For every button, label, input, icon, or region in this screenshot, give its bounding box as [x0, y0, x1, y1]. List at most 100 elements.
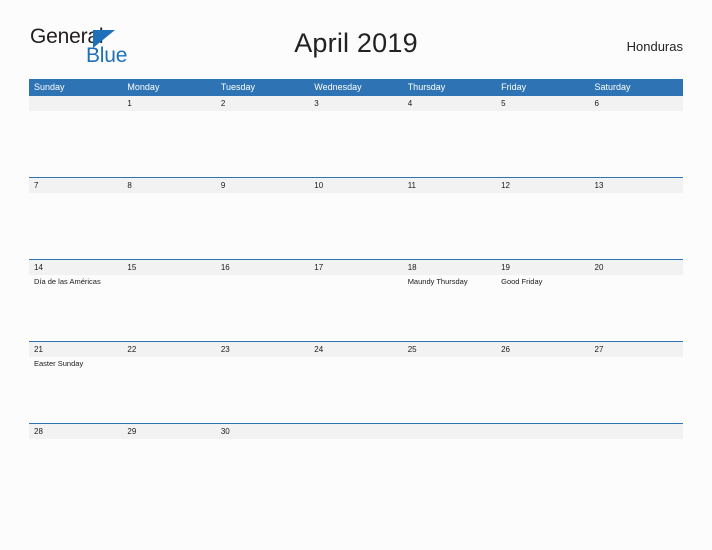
weekday-header-friday: Friday [501, 82, 527, 92]
day-number[interactable]: 25 [403, 342, 496, 357]
day-number[interactable]: 28 [29, 424, 122, 439]
calendar-week-row: 21 22 23 24 25 26 27 Easter Sunday [29, 341, 683, 423]
day-number[interactable]: 17 [309, 260, 402, 275]
day-cell [29, 111, 122, 177]
day-cell [309, 357, 402, 423]
day-cell [29, 193, 122, 259]
day-number[interactable] [309, 424, 402, 439]
day-number[interactable]: 3 [309, 96, 402, 111]
week-date-band: 28 29 30 [29, 424, 683, 439]
calendar-week-row: 28 29 30 [29, 423, 683, 439]
day-cell [309, 275, 402, 341]
week-event-band: Easter Sunday [29, 357, 683, 423]
weekday-header-sunday: Sunday [34, 82, 65, 92]
holiday-label: Good Friday [501, 277, 543, 286]
weekday-header-thursday: Thursday [407, 82, 446, 92]
day-number[interactable]: 22 [122, 342, 215, 357]
day-cell [590, 275, 683, 341]
week-date-band: 21 22 23 24 25 26 27 [29, 342, 683, 357]
day-number[interactable]: 14 [29, 260, 122, 275]
day-number[interactable]: 23 [216, 342, 309, 357]
calendar-grid: Sunday Monday Tuesday Wednesday Thursday… [29, 79, 683, 439]
day-cell [122, 193, 215, 259]
day-cell [122, 439, 215, 441]
day-cell [216, 193, 309, 259]
day-cell [403, 193, 496, 259]
weekday-header-monday: Monday [127, 82, 160, 92]
day-number[interactable] [29, 96, 122, 111]
holiday-label: Maundy Thursday [407, 277, 468, 286]
day-number[interactable]: 26 [496, 342, 589, 357]
day-cell [403, 111, 496, 177]
day-number[interactable]: 20 [590, 260, 683, 275]
day-cell [496, 357, 589, 423]
day-cell [309, 111, 402, 177]
day-cell [590, 439, 683, 441]
day-number[interactable]: 24 [309, 342, 402, 357]
day-number[interactable]: 5 [496, 96, 589, 111]
calendar-week-row: 1 2 3 4 5 6 [29, 96, 683, 177]
day-cell [309, 439, 402, 441]
day-cell [496, 193, 589, 259]
week-date-band: 7 8 9 10 11 12 13 [29, 178, 683, 193]
day-number[interactable]: 27 [590, 342, 683, 357]
day-number[interactable] [590, 424, 683, 439]
day-cell [309, 193, 402, 259]
day-number[interactable] [403, 424, 496, 439]
day-number[interactable]: 16 [216, 260, 309, 275]
day-cell [590, 111, 683, 177]
day-cell [122, 357, 215, 423]
day-number[interactable]: 10 [309, 178, 402, 193]
day-number[interactable]: 19 [496, 260, 589, 275]
day-number[interactable]: 1 [122, 96, 215, 111]
day-cell [496, 111, 589, 177]
day-cell: Día de las Américas [29, 275, 122, 341]
day-number[interactable]: 12 [496, 178, 589, 193]
day-number[interactable]: 13 [590, 178, 683, 193]
day-cell: Good Friday [496, 275, 589, 341]
day-cell [403, 357, 496, 423]
day-number[interactable]: 4 [403, 96, 496, 111]
week-event-band: Día de las Américas Maundy Thursday Good… [29, 275, 683, 341]
day-number[interactable]: 2 [216, 96, 309, 111]
day-number[interactable]: 15 [122, 260, 215, 275]
page-title: April 2019 [294, 28, 418, 58]
day-cell: Maundy Thursday [403, 275, 496, 341]
day-number[interactable] [496, 424, 589, 439]
day-number[interactable]: 8 [122, 178, 215, 193]
week-event-band [29, 111, 683, 177]
day-cell [216, 439, 309, 441]
holiday-label: Día de las Américas [34, 277, 101, 286]
weekday-header-wednesday: Wednesday [314, 82, 362, 92]
page-header: General Blue April 2019 Honduras [29, 22, 683, 72]
day-number[interactable]: 11 [403, 178, 496, 193]
day-cell [29, 439, 122, 441]
day-number[interactable]: 18 [403, 260, 496, 275]
calendar-week-row: 7 8 9 10 11 12 13 [29, 177, 683, 259]
day-number[interactable]: 6 [590, 96, 683, 111]
calendar-page: General Blue April 2019 Honduras Sunday … [0, 0, 712, 550]
country-label: Honduras [626, 39, 683, 54]
day-cell [216, 275, 309, 341]
weekday-header-saturday: Saturday [594, 82, 631, 92]
day-cell [216, 357, 309, 423]
day-cell [216, 111, 309, 177]
day-cell [403, 439, 496, 441]
calendar-week-row: 14 15 16 17 18 19 20 Día de las Américas… [29, 259, 683, 341]
weekday-header-tuesday: Tuesday [220, 82, 256, 92]
week-date-band: 1 2 3 4 5 6 [29, 96, 683, 111]
day-cell [590, 357, 683, 423]
day-number[interactable]: 29 [122, 424, 215, 439]
day-cell: Easter Sunday [29, 357, 122, 423]
day-number[interactable]: 7 [29, 178, 122, 193]
week-date-band: 14 15 16 17 18 19 20 [29, 260, 683, 275]
day-cell [122, 275, 215, 341]
day-cell [122, 111, 215, 177]
weekday-header-row: Sunday Monday Tuesday Wednesday Thursday… [29, 79, 683, 96]
day-cell [496, 439, 589, 441]
day-number[interactable]: 30 [216, 424, 309, 439]
day-cell [590, 193, 683, 259]
day-number[interactable]: 21 [29, 342, 122, 357]
week-event-band [29, 193, 683, 259]
day-number[interactable]: 9 [216, 178, 309, 193]
